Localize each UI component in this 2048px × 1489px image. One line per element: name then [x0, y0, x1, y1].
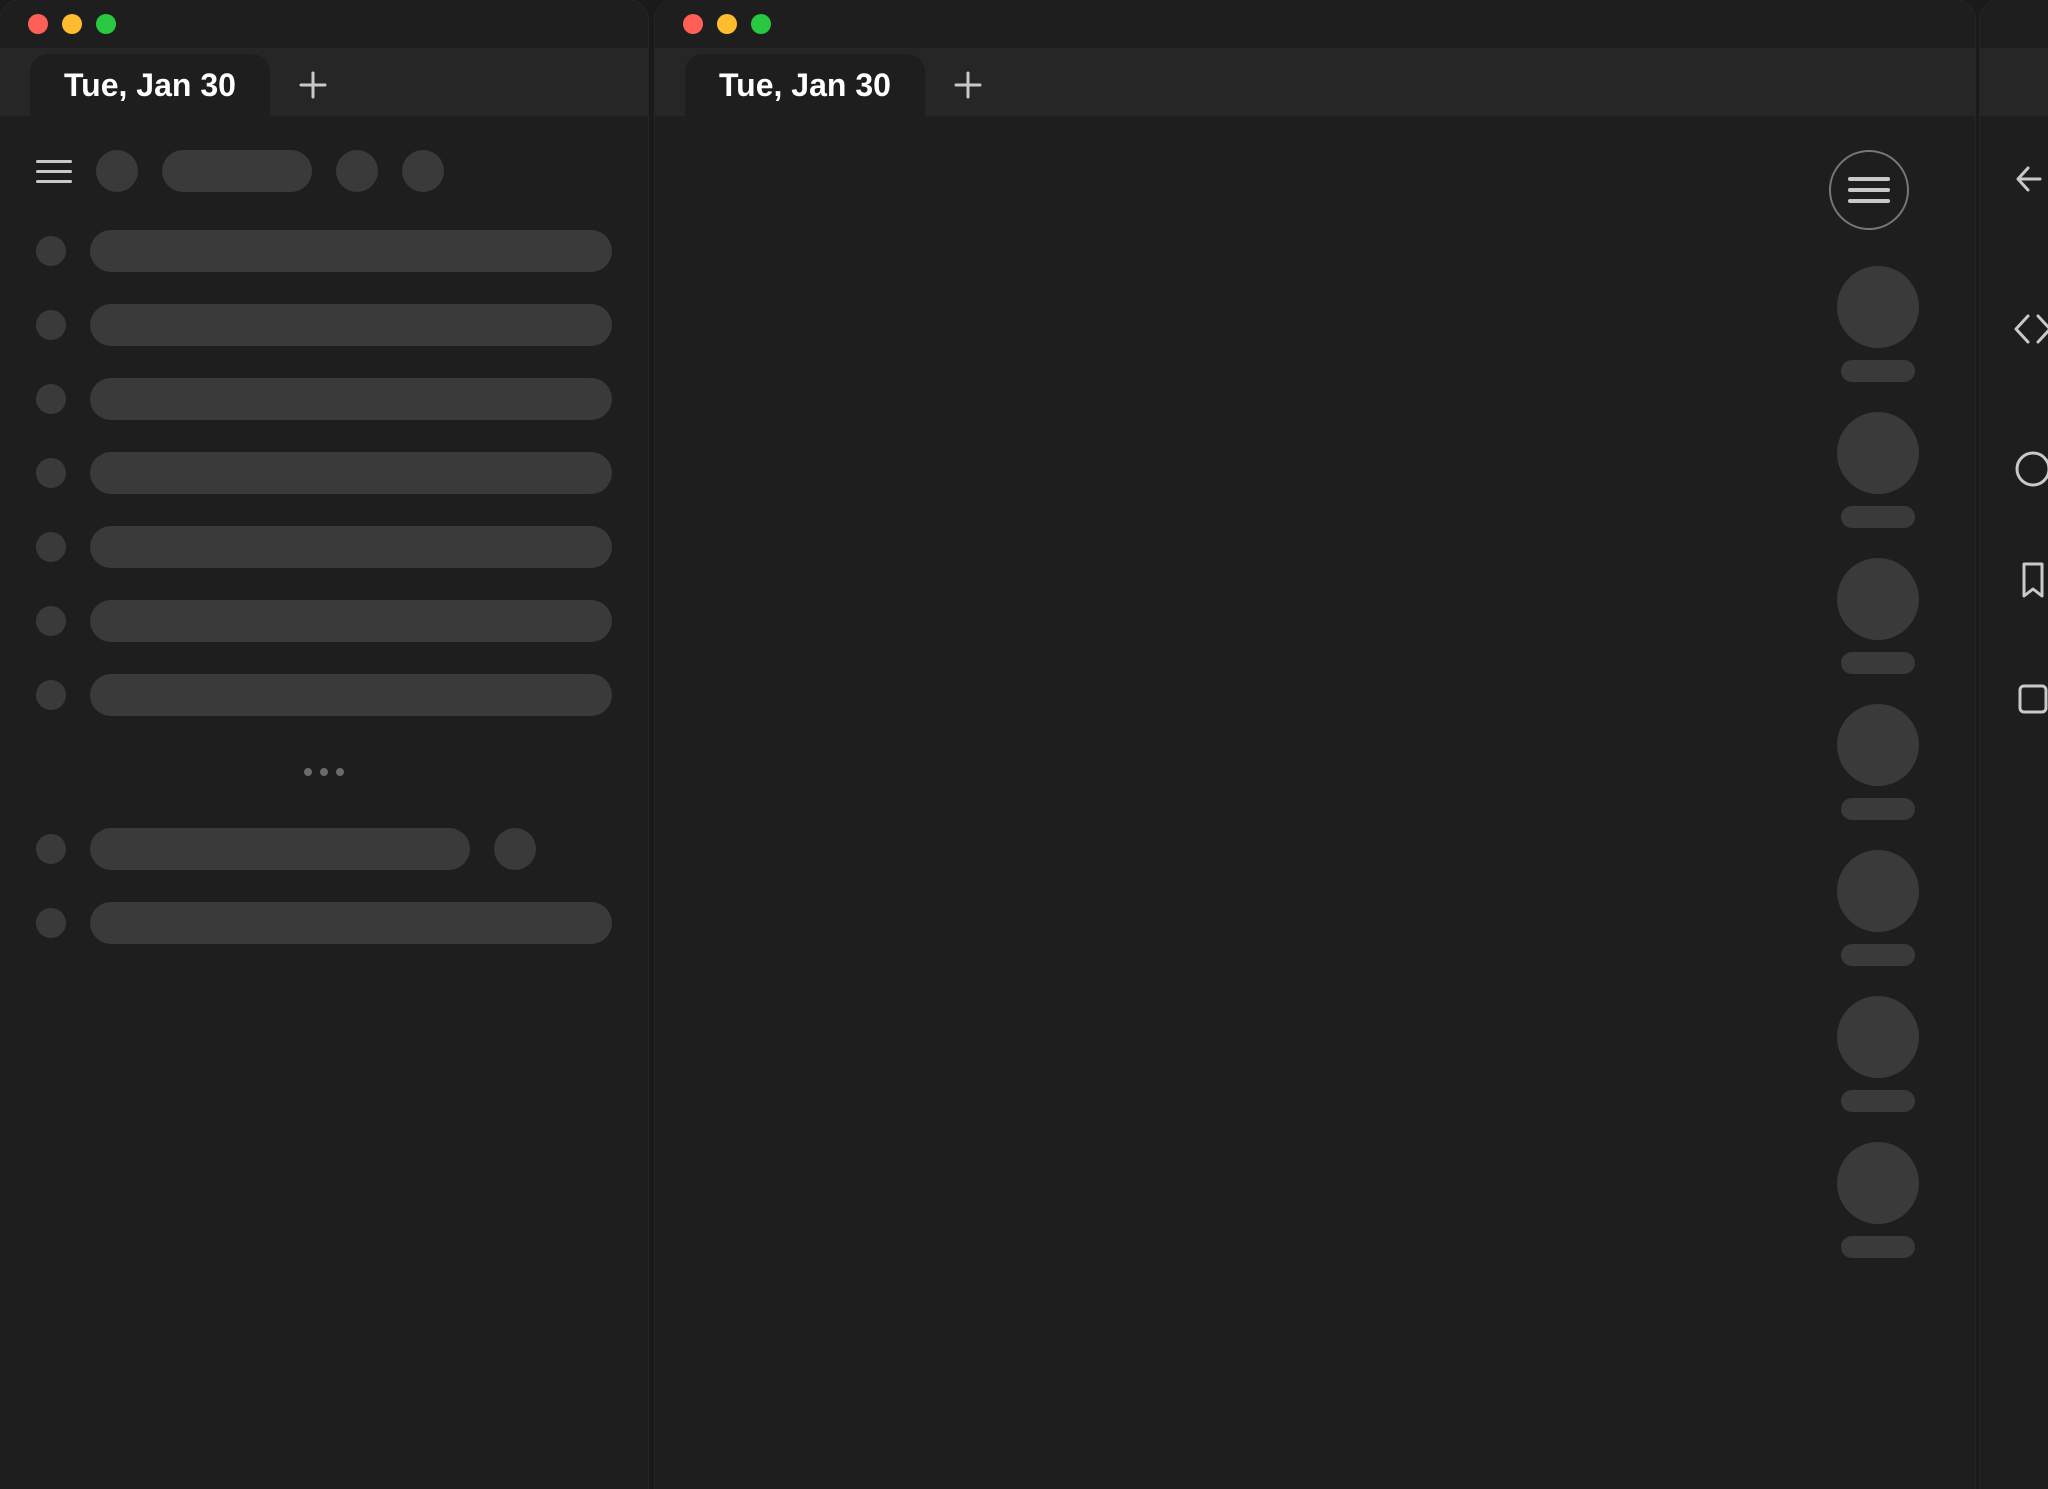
skeleton-avatar [1837, 412, 1919, 528]
new-tab-button[interactable] [288, 60, 338, 110]
skeleton-avatar [1837, 266, 1919, 382]
menu-button[interactable] [36, 160, 72, 183]
skeleton-avatar [1837, 1142, 1919, 1258]
traffic-light-close-icon[interactable] [683, 14, 703, 34]
skeleton-avatar [1837, 996, 1919, 1112]
tab-strip [1980, 48, 2048, 116]
skeleton-row [36, 828, 612, 870]
new-tab-button[interactable] [943, 60, 993, 110]
menu-button[interactable] [1829, 150, 1909, 230]
skeleton-avatar [1837, 704, 1919, 820]
skeleton-row [36, 902, 612, 944]
tab-active[interactable]: Tue, Jan 30 [685, 54, 925, 116]
code-brackets-icon[interactable] [2010, 306, 2048, 352]
content-area [0, 116, 648, 1489]
titlebar [1980, 0, 2048, 48]
skeleton-placeholder [336, 150, 378, 192]
traffic-light-zoom-icon[interactable] [96, 14, 116, 34]
traffic-light-close-icon[interactable] [28, 14, 48, 34]
tab-strip: Tue, Jan 30 [655, 48, 1975, 116]
tab-strip: Tue, Jan 30 [0, 48, 648, 116]
circle-icon[interactable] [2010, 446, 2048, 492]
tab-active[interactable]: Tue, Jan 30 [30, 54, 270, 116]
skeleton-avatar [1837, 558, 1919, 674]
square-icon[interactable] [2010, 676, 2048, 722]
traffic-light-minimize-icon[interactable] [717, 14, 737, 34]
skeleton-placeholder [96, 150, 138, 192]
toolbar [0, 116, 648, 192]
back-arrow-icon[interactable] [2010, 156, 2048, 202]
window-edge [1980, 0, 2048, 1489]
skeleton-list [0, 192, 648, 944]
hamburger-icon [1848, 177, 1890, 203]
window-right: Tue, Jan 30 [655, 0, 1975, 1489]
content-area [655, 116, 1975, 1489]
traffic-light-zoom-icon[interactable] [751, 14, 771, 34]
skeleton-row [36, 452, 612, 494]
skeleton-row [36, 674, 612, 716]
titlebar [655, 0, 1975, 48]
tab-title: Tue, Jan 30 [719, 67, 891, 104]
skeleton-placeholder [162, 150, 312, 192]
skeleton-ellipsis [36, 748, 612, 796]
bookmark-icon[interactable] [2010, 556, 2048, 602]
tab-title: Tue, Jan 30 [64, 67, 236, 104]
plus-icon [298, 70, 328, 100]
skeleton-row [36, 526, 612, 568]
skeleton-row [36, 378, 612, 420]
traffic-light-minimize-icon[interactable] [62, 14, 82, 34]
skeleton-row [36, 304, 612, 346]
titlebar [0, 0, 648, 48]
content-area [1980, 116, 2048, 1489]
plus-icon [953, 70, 983, 100]
window-left: Tue, Jan 30 [0, 0, 648, 1489]
skeleton-row [36, 230, 612, 272]
skeleton-avatar [1837, 850, 1919, 966]
skeleton-avatars [1837, 266, 1919, 1258]
skeleton-row [36, 600, 612, 642]
skeleton-placeholder [402, 150, 444, 192]
